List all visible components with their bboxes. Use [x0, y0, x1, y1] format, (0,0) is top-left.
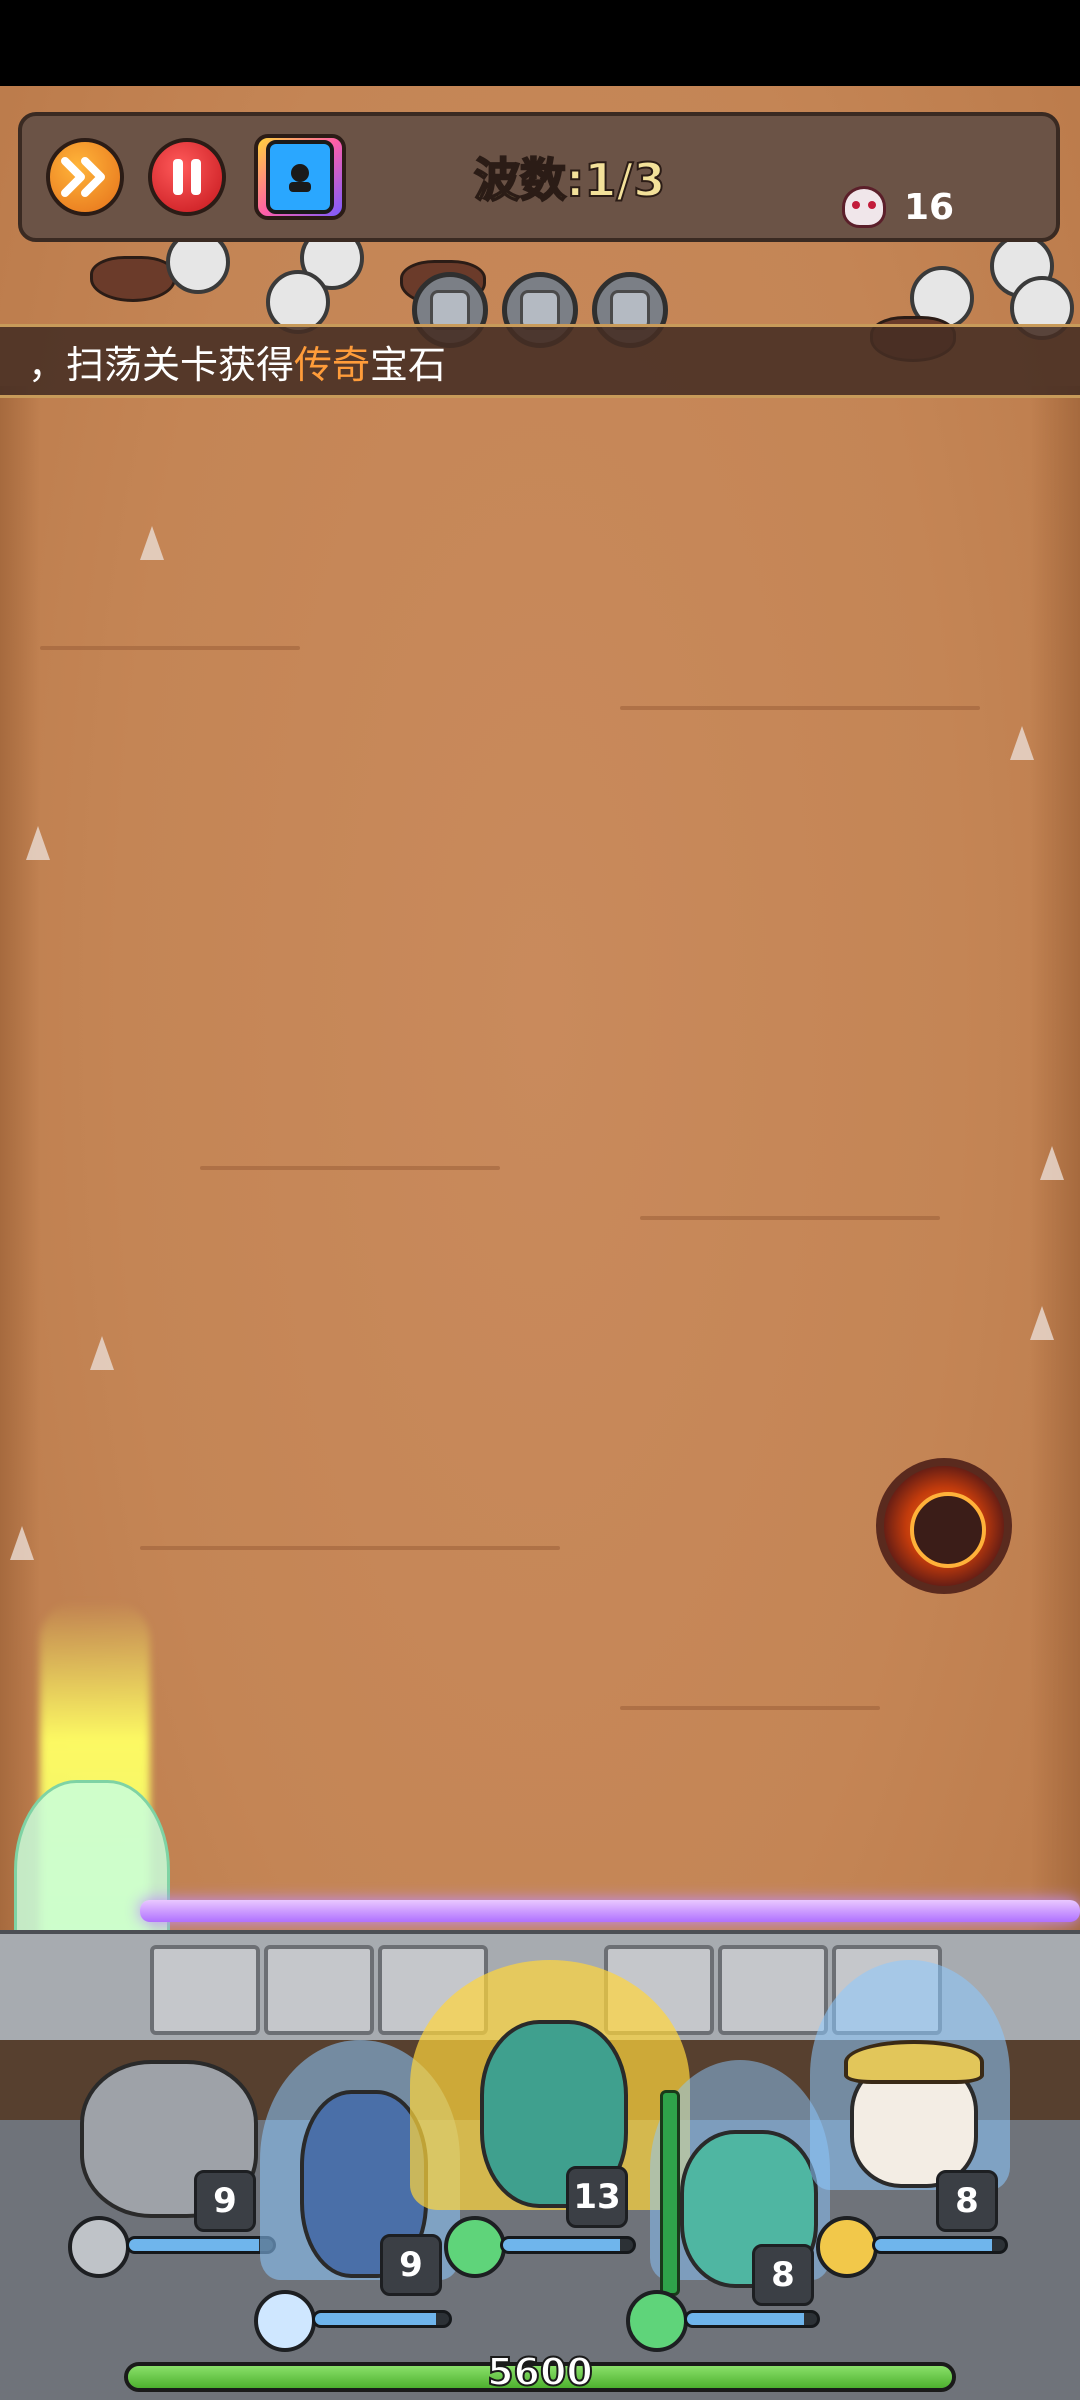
rock-spike [1010, 726, 1034, 760]
bat-enemy [90, 256, 176, 302]
ground-crack [640, 1216, 940, 1220]
enemy-counter: 16 [842, 186, 954, 228]
hp-fill [503, 2239, 620, 2251]
banner-prefix: ，扫荡关卡获得 [28, 342, 295, 387]
wall-brick [264, 1945, 374, 2035]
rock-spike [1030, 1306, 1054, 1340]
rock-spike [10, 1526, 34, 1560]
rock-spike [1040, 1146, 1064, 1180]
banner-suffix: 宝石 [370, 342, 447, 387]
wind-element-icon [444, 2216, 506, 2278]
ground-crack [40, 646, 300, 650]
hero-level-badge: 8 [936, 2170, 998, 2232]
gold-element-icon [816, 2216, 878, 2278]
rock-spike [26, 826, 50, 860]
card-deck-button[interactable] [254, 134, 346, 220]
hp-fill [129, 2239, 259, 2251]
status-bar [0, 0, 1080, 86]
hero-hp-bar [500, 2236, 636, 2254]
hero-level-badge: 9 [380, 2234, 442, 2296]
hero-panda-monk[interactable]: 8 [800, 1960, 1020, 2232]
enemy-count-value: 16 [904, 186, 955, 228]
wall-brick [150, 1945, 260, 2035]
hero-stone-golem[interactable]: 9 [70, 2040, 270, 2232]
rock-element-icon [68, 2216, 130, 2278]
canyon-edge-left [0, 386, 40, 1986]
reward-banner: ，扫荡关卡获得 传奇 宝石 [0, 324, 1080, 398]
pause-button[interactable] [148, 138, 226, 216]
speed-button[interactable] [46, 138, 124, 216]
hero-level-badge: 9 [194, 2170, 256, 2232]
hp-fill [875, 2239, 992, 2251]
ground-crack [140, 1546, 560, 1550]
ice-element-icon [254, 2290, 316, 2352]
hero-hp-bar [684, 2310, 820, 2328]
ground-crack [620, 706, 980, 710]
ground-crack [200, 1166, 500, 1170]
boss-skill-icon[interactable] [876, 1458, 1012, 1594]
hero-hp-bar [872, 2236, 1008, 2254]
hero-level-badge: 8 [752, 2244, 814, 2306]
straw-hat-icon [844, 2040, 984, 2084]
wind-element-icon [626, 2290, 688, 2352]
top-hud: 波数:1/3 16 [18, 112, 1060, 242]
base-hp-value: 5600 [486, 2349, 594, 2395]
hero-level-badge: 13 [566, 2166, 628, 2228]
banner-highlight: 传奇 [294, 342, 371, 387]
skull-icon [842, 186, 886, 228]
card-icon [266, 140, 334, 214]
hp-fill [687, 2313, 804, 2325]
fast-forward-icon [61, 157, 105, 197]
hero-hp-bar [312, 2310, 452, 2328]
ground-crack [620, 1706, 880, 1710]
staff-icon [660, 2090, 680, 2296]
wave-counter: 波数:1/3 [473, 152, 666, 208]
defense-line [140, 1900, 1080, 1922]
rock-spike [90, 1336, 114, 1370]
rock-spike [140, 526, 164, 560]
canyon-edge-right [1030, 386, 1080, 1986]
hero-silhouette-icon [289, 164, 311, 192]
hp-fill [315, 2313, 436, 2325]
pause-icon [173, 159, 201, 195]
